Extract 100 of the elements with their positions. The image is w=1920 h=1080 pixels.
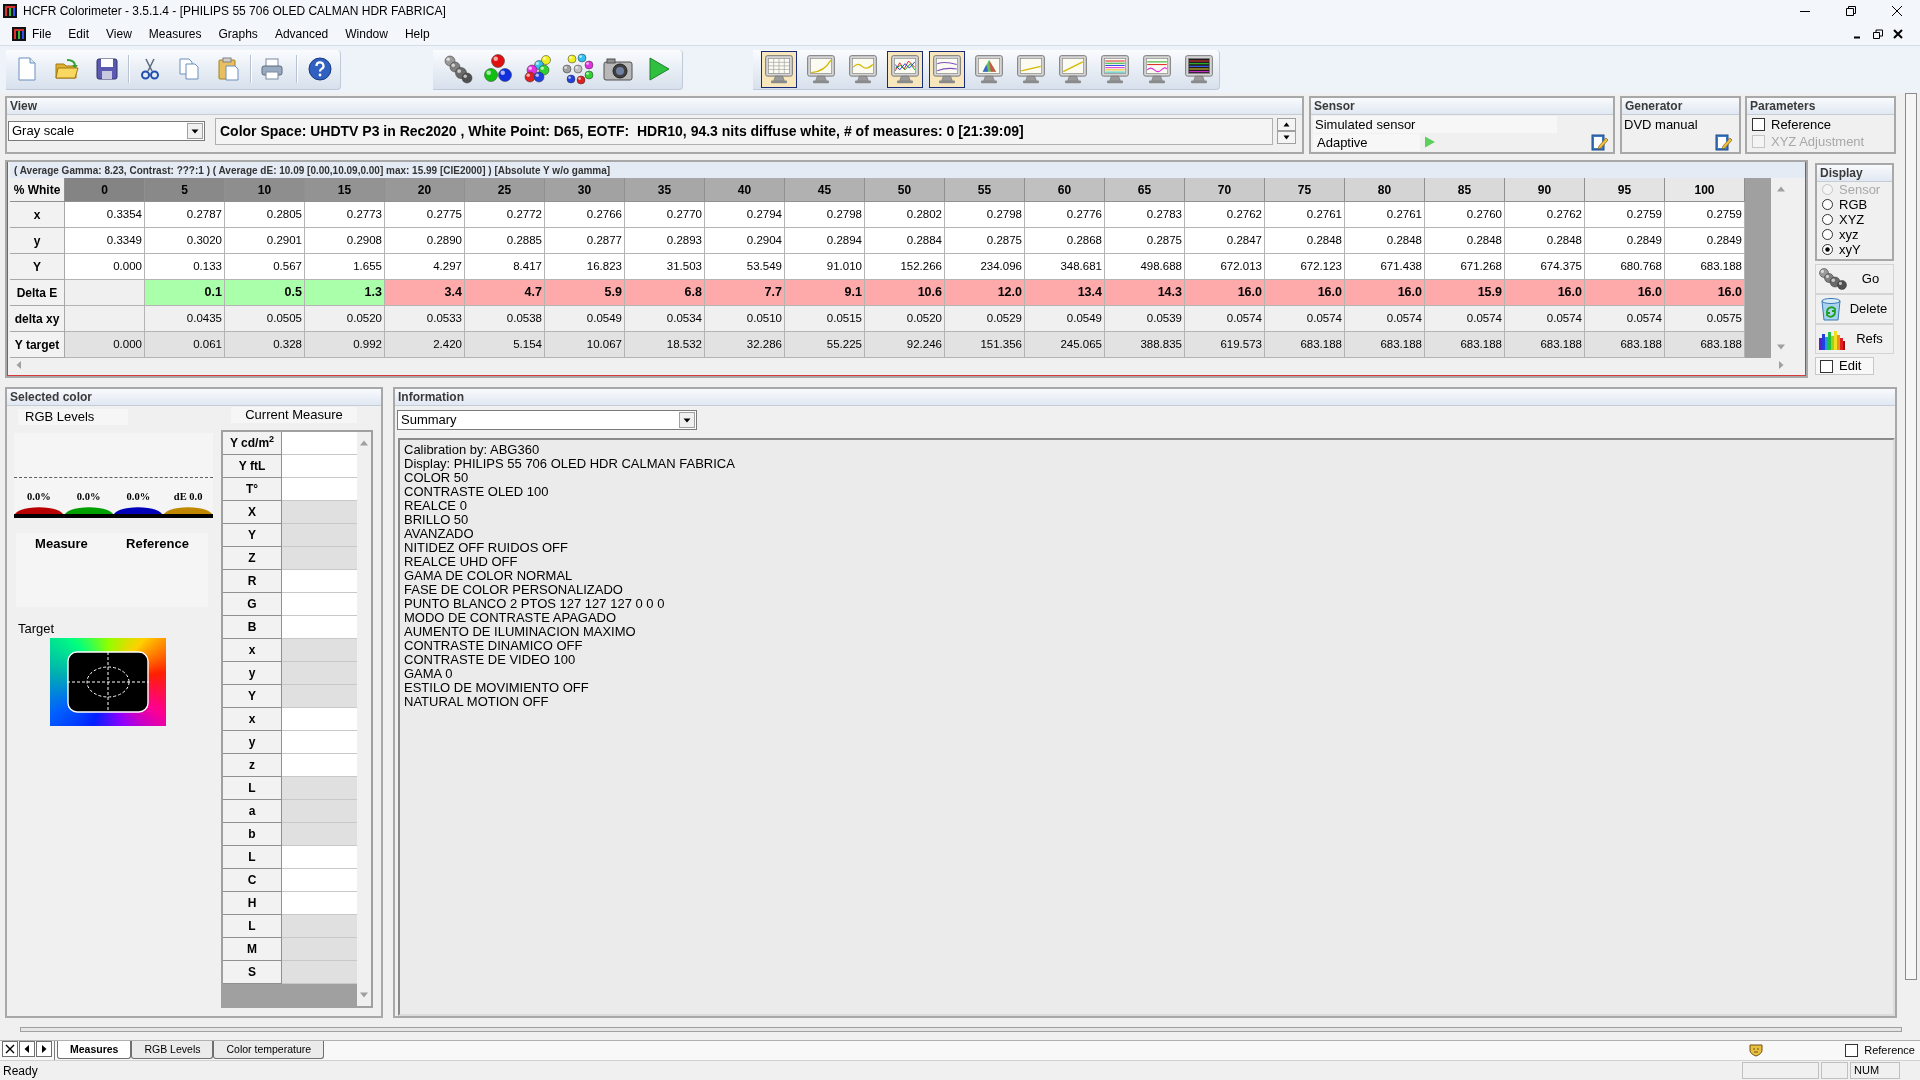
refs-button[interactable]: Refs: [1815, 324, 1894, 354]
caret-icon[interactable]: [679, 412, 695, 428]
copy-icon[interactable]: [176, 56, 202, 82]
table-cell: 4.7: [465, 280, 545, 306]
radio-icon[interactable]: [1822, 229, 1833, 240]
arrow-right-icon[interactable]: [36, 1041, 52, 1057]
paste-icon[interactable]: [215, 56, 241, 82]
row-header: C: [223, 869, 282, 892]
tab[interactable]: Color temperature: [213, 1041, 325, 1059]
menu-item[interactable]: Help: [398, 24, 436, 43]
column-header: 55: [945, 178, 1025, 202]
window-title: HCFR Colorimeter - 3.5.1.4 - [PHILIPS 55 706 OLED CALMAN HDR FABRICA]: [23, 3, 446, 20]
radio-button[interactable]: XYZ: [1822, 212, 1892, 227]
row-header: R: [223, 570, 282, 593]
edit-icon[interactable]: [1715, 133, 1733, 151]
caret-icon[interactable]: [187, 123, 203, 139]
row-header: S: [223, 961, 282, 984]
menu-item[interactable]: Graphs: [212, 24, 264, 43]
table-cell: 0.000: [65, 332, 145, 358]
panel-title: Selected color: [10, 389, 93, 406]
menu-item[interactable]: Advanced: [268, 24, 335, 43]
table-cell: 0.061: [145, 332, 225, 358]
checkbox-icon[interactable]: [1752, 118, 1765, 131]
checkbox[interactable]: Reference: [1752, 116, 1894, 133]
row-header: y: [223, 662, 282, 685]
table-cell: 245.065: [1025, 332, 1105, 358]
column-header: 80: [1345, 178, 1425, 202]
radio-icon[interactable]: [1822, 199, 1833, 210]
restore-icon[interactable]: [1873, 28, 1883, 39]
summary-text-field[interactable]: Calibration by: ABG360 Display: PHILIPS 55 706 OLED HDR CALMAN FABRICA COLOR 50 CONTRASTE OLED 100 REALCE 0 BRILLO 50 AVANZADO NITIDEZ OFF RUIDOS OFF REALCE UHD OFF GAMA DE COLOR NORMAL FASE DE COLOR PERSONALIZADO PUNTO BLANCO 2 PTOS 127 127 127 0 0 0 MODO DE CONTRASTE APAGADO AUMENTO DE ILUMINACION MAXIMO CONTRASTE DINAMICO OFF CONTRASTE DE VIDEO 100 GAMA 0 ESTILO DE MOVIMIENTO OFF NATURAL MOTION OFF: [398, 438, 1895, 1016]
table-cell: 16.0: [1265, 280, 1345, 306]
dropdown[interactable]: Summary: [397, 410, 697, 430]
close-icon[interactable]: [2, 1041, 18, 1057]
row-header: z: [223, 754, 282, 777]
edit-icon[interactable]: [1591, 133, 1609, 151]
table-cell: 16.0: [1585, 280, 1665, 306]
panel-title: Information: [398, 389, 464, 406]
dropdown[interactable]: Gray scale: [8, 121, 205, 141]
radio-button[interactable]: RGB: [1822, 197, 1892, 212]
help-icon[interactable]: [307, 56, 333, 82]
arrow-left-icon[interactable]: [19, 1041, 35, 1057]
open-folder-icon[interactable]: [54, 56, 80, 82]
table-cell: 18.532: [625, 332, 705, 358]
vertical-scrollbar[interactable]: [1905, 93, 1917, 980]
radio-button[interactable]: xyY: [1822, 242, 1892, 257]
recycle-bin-icon[interactable]: [1818, 296, 1844, 322]
column-header: 25: [465, 178, 545, 202]
table-cell: 683.188: [1505, 332, 1585, 358]
table-cell: 10.6: [865, 280, 945, 306]
column-header: 35: [625, 178, 705, 202]
rgb-balls-icon[interactable]: [482, 53, 514, 85]
column-header: 15: [305, 178, 385, 202]
close-icon[interactable]: [1892, 6, 1902, 16]
go-button[interactable]: Go: [1815, 264, 1894, 294]
horizontal-scrollbar[interactable]: [20, 1026, 1902, 1032]
table-cell: 683.188: [1425, 332, 1505, 358]
table-cell: 2.420: [385, 332, 465, 358]
menu-item[interactable]: Measures: [142, 24, 208, 43]
row-header: Y: [223, 685, 282, 708]
up-down-arrows-icon[interactable]: [1277, 118, 1296, 144]
menu-item[interactable]: File: [26, 24, 58, 43]
spheres-icon[interactable]: [1818, 267, 1848, 291]
radio-button[interactable]: xyz: [1822, 227, 1892, 242]
table-cell: 16.0: [1185, 280, 1265, 306]
spheres-icon[interactable]: [442, 53, 474, 85]
column-header: % White: [10, 178, 65, 202]
checkbox[interactable]: Edit: [1815, 357, 1874, 375]
delete-button[interactable]: Delete: [1815, 294, 1894, 324]
shield-icon: [1749, 1043, 1764, 1057]
checkbox-icon[interactable]: [1845, 1043, 1859, 1057]
table-cell: 16.0: [1345, 280, 1425, 306]
column-header: 10: [225, 178, 305, 202]
column-header: 0: [65, 178, 145, 202]
status-pane: [1821, 1062, 1848, 1079]
column-label: Measure: [35, 535, 88, 550]
restore-icon[interactable]: [1846, 6, 1856, 16]
row-header: L: [223, 915, 282, 938]
summary-text: ( Average Gamma: 8.23, Contrast: ???:1 ) ( Average dE: 10.09 [0.00,10.09,0.00] max: 15.99 [CIE2000] ) [Absolute Y w/o gamma]: [13, 163, 611, 178]
menu-item[interactable]: Window: [339, 24, 394, 43]
tab[interactable]: Measures: [57, 1041, 132, 1059]
column-header: 65: [1105, 178, 1185, 202]
tab[interactable]: RGB Levels: [131, 1041, 214, 1059]
radio-icon[interactable]: [1822, 214, 1833, 225]
table-cell: 0.1: [145, 280, 225, 306]
radio-icon[interactable]: [1822, 244, 1833, 255]
spectrum-icon[interactable]: [1818, 328, 1846, 350]
row-header: B: [223, 616, 282, 639]
table-cell: 5.9: [545, 280, 625, 306]
checkbox[interactable]: Reference: [1845, 1041, 1915, 1059]
printer-icon[interactable]: [259, 56, 285, 82]
close-icon[interactable]: [1893, 28, 1903, 39]
table-cell: 151.356: [945, 332, 1025, 358]
table-cell: 16.0: [1505, 280, 1585, 306]
table-cell: 683.188: [1265, 332, 1345, 358]
ball-ring-icon[interactable]: [562, 53, 594, 85]
menu-item[interactable]: Edit: [62, 24, 96, 43]
menu-item[interactable]: View: [100, 24, 138, 43]
save-icon[interactable]: [94, 56, 120, 82]
checkbox-icon[interactable]: [1820, 359, 1833, 373]
color-balls-icon[interactable]: [522, 53, 554, 85]
